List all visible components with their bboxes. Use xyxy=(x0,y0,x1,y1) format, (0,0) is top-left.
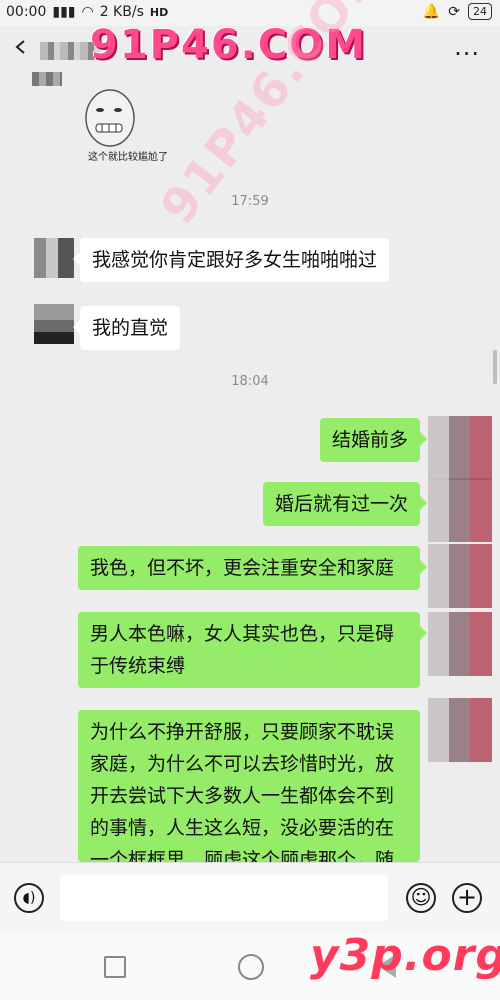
plus-icon[interactable]: + xyxy=(452,883,482,913)
emoji-icon[interactable]: ☺ xyxy=(406,883,436,913)
avatar[interactable] xyxy=(34,304,74,344)
recent-apps-icon[interactable] xyxy=(104,956,126,978)
wifi-icon: ◠ xyxy=(81,4,94,20)
sticker-caption: 这个就比较尴尬了 xyxy=(88,152,168,163)
avatar[interactable] xyxy=(428,478,492,542)
status-time: 00:00 xyxy=(6,4,47,20)
avatar[interactable] xyxy=(428,612,492,676)
input-bar: ◖) ☺ + xyxy=(0,862,500,933)
hd-icon: HD xyxy=(149,5,169,19)
battery-icon: 24 xyxy=(468,3,492,20)
more-icon[interactable]: ··· xyxy=(454,40,480,68)
network-speed: 2 KB/s xyxy=(99,4,144,20)
message-bubble-right[interactable]: 男人本色嘛，女人其实也色，只是碍于传统束缚 xyxy=(78,612,427,688)
back-icon[interactable] xyxy=(14,40,28,54)
message-bubble-left[interactable]: 我感觉你肯定跟好多女生啪啪啪过 xyxy=(72,238,390,282)
voice-icon[interactable]: ◖) xyxy=(14,883,44,913)
home-icon[interactable] xyxy=(238,954,264,980)
scrollbar[interactable] xyxy=(493,350,497,384)
message-bubble-left[interactable]: 我的直觉 xyxy=(72,306,181,350)
message-bubble-right[interactable]: 为什么不挣开舒服，只要顾家不耽误家庭，为什么不可以去珍惜时光，放开去尝试下大多数… xyxy=(78,710,420,862)
message-bubble-right[interactable]: 我色，但不坏，更会注重安全和家庭 xyxy=(78,546,427,590)
alarm-icon: 🔔 xyxy=(422,3,441,20)
timestamp: 17:59 xyxy=(231,194,269,209)
avatar[interactable] xyxy=(428,416,492,480)
message-bubble-right[interactable]: 婚后就有过一次 xyxy=(262,482,428,526)
avatar[interactable] xyxy=(34,238,74,278)
message-bubble-right[interactable]: 结婚前多 xyxy=(319,418,428,462)
lock-rotation-icon: ⟳ xyxy=(448,3,460,20)
signal-icon: ▮▮▮ xyxy=(52,4,76,20)
timestamp: 18:04 xyxy=(231,374,269,389)
contact-name-blurred-2 xyxy=(32,72,62,86)
sticker-image[interactable] xyxy=(80,84,190,148)
avatar[interactable] xyxy=(428,544,492,608)
avatar[interactable] xyxy=(428,698,492,762)
message-input[interactable] xyxy=(60,875,388,921)
watermark-bottom: y3p.org xyxy=(310,930,500,981)
